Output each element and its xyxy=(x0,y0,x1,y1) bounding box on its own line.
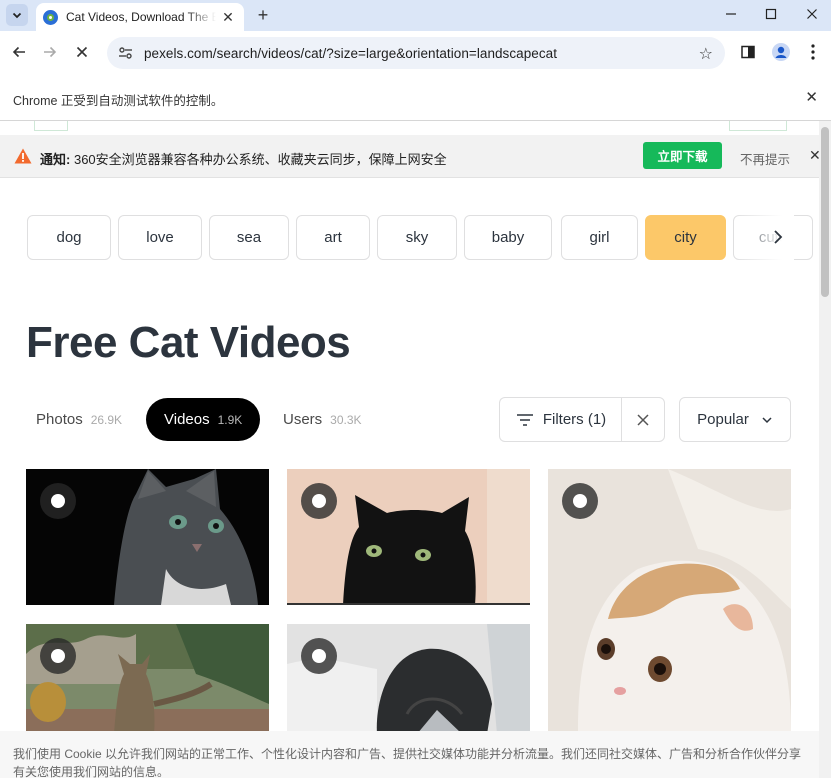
close-tab-icon[interactable]: ✕ xyxy=(220,9,236,25)
tag-chip-art[interactable]: art xyxy=(296,215,370,260)
automation-infobar: Chrome 正受到自动测试软件的控制。 ✕ xyxy=(0,74,831,121)
tab-photos[interactable]: Photos 26.9K xyxy=(26,398,140,441)
page-top-strip xyxy=(0,121,831,135)
tag-chip-dog[interactable]: dog xyxy=(27,215,111,260)
chevron-down-icon xyxy=(762,416,772,423)
tab-label: Users xyxy=(283,411,323,428)
page-content: dog love sea art sky baby girl city cute Free Ca… xyxy=(0,178,819,778)
filters-label: Filters (1) xyxy=(542,411,607,428)
bookmark-star-icon[interactable]: ☆ xyxy=(699,44,713,64)
page-scrollbar[interactable] xyxy=(819,121,831,778)
play-icon xyxy=(562,483,598,519)
address-bar[interactable]: pexels.com/search/videos/cat/?size=large… xyxy=(107,37,725,69)
tab-label: Videos xyxy=(164,411,210,428)
warning-icon xyxy=(14,148,32,169)
play-icon xyxy=(301,638,337,674)
notice-text: 通知: 360安全浏览器兼容各种办公系统、收藏夹云同步，保障上网安全 xyxy=(40,149,447,168)
tag-chip-sky[interactable]: sky xyxy=(377,215,457,260)
chevron-down-icon xyxy=(12,12,22,19)
maximize-icon xyxy=(765,8,777,20)
tab-count: 26.9K xyxy=(90,412,123,427)
video-card[interactable] xyxy=(287,624,530,734)
maximize-button[interactable] xyxy=(751,0,791,28)
favicon-icon xyxy=(43,9,58,25)
minimize-button[interactable] xyxy=(711,0,751,28)
tab-videos[interactable]: Videos 1.9K xyxy=(146,398,261,441)
tab-strip: Cat Videos, Download The BE ✕ + xyxy=(0,0,831,31)
stop-loading-button[interactable] xyxy=(71,41,93,63)
scroll-thumb[interactable] xyxy=(821,127,829,297)
tab-search-button[interactable] xyxy=(6,4,28,26)
tab-count: 1.9K xyxy=(217,412,243,427)
minimize-icon xyxy=(726,13,736,15)
filter-icon xyxy=(516,413,533,426)
tag-chip-girl[interactable]: girl xyxy=(561,215,638,260)
video-card[interactable] xyxy=(548,469,791,731)
dont-show-again-link[interactable]: 不再提示 xyxy=(740,149,790,168)
arrow-left-icon xyxy=(12,46,25,58)
automation-message: Chrome 正受到自动测试软件的控制。 xyxy=(13,94,224,108)
close-window-button[interactable] xyxy=(792,0,831,28)
notice-message: 360安全浏览器兼容各种办公系统、收藏夹云同步，保障上网安全 xyxy=(73,152,447,167)
site-info-icon[interactable] xyxy=(117,45,133,61)
video-card[interactable] xyxy=(287,469,530,605)
tab-users[interactable]: Users 30.3K xyxy=(273,398,380,441)
close-icon xyxy=(807,9,817,19)
cookie-banner: 我们使用 Cookie 以允许我们网站的正常工作、个性化设计内容和广告、提供社交… xyxy=(0,731,819,778)
clear-filters-button[interactable] xyxy=(621,397,665,442)
hidden-chip-edge xyxy=(729,121,787,131)
menu-kebab-icon[interactable] xyxy=(803,42,823,62)
forward-button[interactable] xyxy=(39,41,61,63)
browser-tab[interactable]: Cat Videos, Download The BE ✕ xyxy=(36,3,244,31)
sort-label: Popular xyxy=(697,411,749,428)
download-now-button[interactable]: 立即下载 xyxy=(643,142,722,169)
play-icon xyxy=(301,483,337,519)
cookie-text: 我们使用 Cookie 以允许我们网站的正常工作、个性化设计内容和广告、提供社交… xyxy=(13,747,802,778)
tag-chip-love[interactable]: love xyxy=(118,215,202,260)
play-icon xyxy=(40,483,76,519)
page-title: Free Cat Videos xyxy=(26,318,351,367)
back-button[interactable] xyxy=(8,41,30,63)
close-icon xyxy=(637,413,649,426)
new-tab-button[interactable]: + xyxy=(252,4,274,26)
video-card[interactable] xyxy=(26,469,269,605)
tab-label: Photos xyxy=(36,411,83,428)
tab-count: 30.3K xyxy=(330,412,362,427)
play-icon xyxy=(40,638,76,674)
tab-title: Cat Videos, Download The BE xyxy=(66,10,216,24)
tag-chip-baby[interactable]: baby xyxy=(464,215,552,260)
sort-dropdown[interactable]: Popular xyxy=(679,397,791,442)
profile-avatar-icon[interactable] xyxy=(771,42,791,62)
tag-chip-city[interactable]: city xyxy=(645,215,726,260)
chevron-right-icon[interactable] xyxy=(772,228,784,251)
url-text: pexels.com/search/videos/cat/?size=large… xyxy=(144,45,557,61)
side-panel-icon[interactable] xyxy=(738,42,758,62)
video-card[interactable] xyxy=(26,624,269,734)
notice-label: 通知: xyxy=(40,152,71,167)
arrow-right-icon xyxy=(44,46,57,58)
close-icon xyxy=(76,46,88,58)
notice-bar: 通知: 360安全浏览器兼容各种办公系统、收藏夹云同步，保障上网安全 立即下载 … xyxy=(0,135,831,178)
browser-toolbar: pexels.com/search/videos/cat/?size=large… xyxy=(0,31,831,74)
tag-chip-sea[interactable]: sea xyxy=(209,215,289,260)
filters-button[interactable]: Filters (1) xyxy=(499,397,622,442)
hidden-chip-edge xyxy=(34,121,68,131)
close-infobar-icon[interactable]: ✕ xyxy=(805,88,818,106)
